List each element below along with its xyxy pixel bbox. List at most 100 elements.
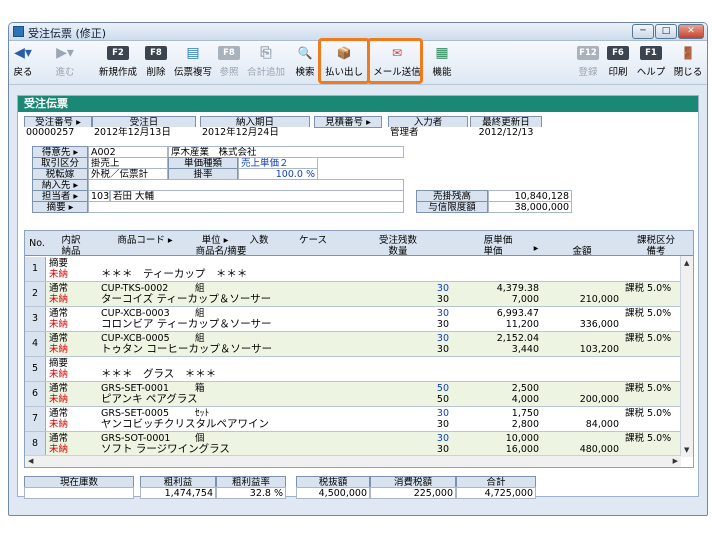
remaining-qty[interactable]: 30 [347,433,449,444]
table-row[interactable]: 7 通常 未納 GRS-SET-0005 ｾｯﾄ ヤンコビッチクリスタルペアワイン 30 30… [25,407,681,432]
close-button[interactable]: ✕ [678,24,704,39]
vertical-scrollbar[interactable]: ▲ ▼ [680,256,693,457]
scroll-left-icon[interactable]: ◀ [28,457,33,465]
order-no-value[interactable]: 00000257 [24,127,92,139]
unit-price[interactable]: 3,440 [453,344,539,355]
unit-price[interactable]: 16,000 [453,444,539,455]
remaining-qty[interactable]: 30 [347,333,449,344]
delivery-status[interactable]: 未納 [49,419,68,430]
table-row[interactable]: 5 摘要 未納 ＊＊＊ グラス ＊＊＊ [25,357,681,382]
delivery-status[interactable]: 未納 [49,269,68,280]
mail-send-button[interactable]: ✉ メール送信 [371,43,423,83]
product-name[interactable]: ターコイズ ティーカップ＆ソーサー [101,294,271,305]
remaining-qty[interactable]: 30 [347,283,449,294]
function-button[interactable]: ▦ 機能 [429,43,455,83]
table-row[interactable]: 2 通常 未納 CUP-TKS-0002 組ターコイズ ティーカップ＆ソーサー 30 30 4… [25,282,681,307]
tax-category[interactable]: 課税 5.0% [625,308,671,319]
delivery-status[interactable]: 未納 [49,444,68,455]
tax-category[interactable]: 課税 5.0% [625,383,671,394]
maximize-button[interactable]: □ [655,24,677,39]
table-row[interactable]: 4 通常 未納 CUP-XCB-0005 組トゥタン コーヒーカップ＆ソーサー 30 30 2… [25,332,681,357]
col-price-arrow-icon[interactable]: ▸ [531,243,541,254]
delivery-status[interactable]: 未納 [49,394,68,405]
print-button[interactable]: F6 印刷 [605,43,631,83]
product-name[interactable]: トゥタン コーヒーカップ＆ソーサー [101,344,272,355]
cost-price[interactable]: 4,379.38 [453,283,539,294]
product-name[interactable]: ヤンコビッチクリスタルペアワイン [101,419,269,430]
order-date-value[interactable]: 2012年12月13日 [92,127,196,139]
table-row[interactable]: 6 通常 未納 GRS-SET-0001 箱ピアンキ ペアグラス 50 50 2,500 4,0… [25,382,681,407]
back-arrow-icon: ◀▾ [14,45,32,61]
product-name[interactable]: ピアンキ ペアグラス [101,394,198,405]
line-type[interactable]: 通常 [49,408,68,419]
cost-price[interactable]: 1,750 [453,408,539,419]
product-name[interactable]: ＊＊＊ グラス ＊＊＊ [101,369,216,380]
tax-category[interactable]: 課税 5.0% [625,408,671,419]
product-name[interactable]: コロンビア ティーカップ＆ソーサー [101,319,272,330]
line-type[interactable]: 通常 [49,283,68,294]
amount[interactable]: 336,000 [545,319,619,330]
delivery-status[interactable]: 未納 [49,369,68,380]
line-type[interactable]: 摘要 [49,258,68,269]
scroll-right-icon[interactable]: ▶ [673,457,678,465]
cost-price[interactable]: 10,000 [453,433,539,444]
horizontal-scrollbar[interactable]: ◀ ▶ [25,455,681,467]
forward-button[interactable]: ▶▾ 進む [49,43,81,83]
memo-label[interactable]: 摘要 ▸ [32,201,88,213]
delete-button[interactable]: F8 削除 [143,43,169,83]
line-type[interactable]: 摘要 [49,358,68,369]
copy-slip-button[interactable]: ▤ 伝票複写 [171,43,215,83]
amount[interactable]: 84,000 [545,419,619,430]
remaining-qty[interactable]: 30 [347,408,449,419]
line-type[interactable]: 通常 [49,333,68,344]
delivery-value[interactable]: 2012年12月24日 [200,127,310,139]
search-button[interactable]: 🔍 検索 [292,43,318,83]
scroll-up-icon[interactable]: ▲ [684,259,689,267]
register-button[interactable]: F12 登録 [575,43,601,83]
tax-category[interactable]: 課税 5.0% [625,333,671,344]
amount[interactable]: 210,000 [545,294,619,305]
product-name[interactable]: ＊＊＊ ティーカップ ＊＊＊ [101,269,247,280]
quantity[interactable]: 30 [347,344,449,355]
tax-category[interactable]: 課税 5.0% [625,433,671,444]
amount[interactable]: 480,000 [545,444,619,455]
table-row[interactable]: 3 通常 未納 CUP-XCB-0003 組コロンビア ティーカップ＆ソーサー 30 30 6… [25,307,681,332]
amount[interactable]: 200,000 [545,394,619,405]
quantity[interactable]: 30 [347,294,449,305]
amount[interactable]: 103,200 [545,344,619,355]
line-type[interactable]: 通常 [49,383,68,394]
product-name[interactable]: ソフト ラージワイングラス [101,444,230,455]
quantity[interactable]: 50 [347,394,449,405]
table-row[interactable]: 1 摘要 未納 ＊＊＊ ティーカップ ＊＊＊ [25,257,681,282]
memo-value[interactable] [88,201,404,213]
minimize-button[interactable]: ─ [632,24,654,39]
remaining-qty[interactable]: 50 [347,383,449,394]
delivery-status[interactable]: 未納 [49,294,68,305]
quantity[interactable]: 30 [347,444,449,455]
delivery-status[interactable]: 未納 [49,319,68,330]
close-window-button[interactable]: 🚪 閉じる [671,43,705,83]
new-button[interactable]: F2 新規作成 [95,43,141,83]
tax-category[interactable]: 課税 5.0% [625,283,671,294]
delivery-status[interactable]: 未納 [49,344,68,355]
cost-price[interactable]: 2,500 [453,383,539,394]
unit-price[interactable]: 7,000 [453,294,539,305]
back-button[interactable]: ◀▾ 戻る [9,43,37,83]
scroll-down-icon[interactable]: ▼ [684,446,689,454]
line-type[interactable]: 通常 [49,308,68,319]
estimate-label[interactable]: 見積番号 ▸ [314,116,382,128]
unit-price[interactable]: 4,000 [453,394,539,405]
line-type[interactable]: 通常 [49,433,68,444]
help-button[interactable]: F1 ヘルプ [633,43,669,83]
quantity[interactable]: 30 [347,319,449,330]
unit-price[interactable]: 11,200 [453,319,539,330]
unit-price[interactable]: 2,800 [453,419,539,430]
cost-price[interactable]: 6,993.47 [453,308,539,319]
table-row[interactable]: 8 通常 未納 GRS-SOT-0001 個ソフト ラージワイングラス 30 30 10,00… [25,432,681,457]
remaining-qty[interactable]: 30 [347,308,449,319]
quantity[interactable]: 30 [347,419,449,430]
cost-price[interactable]: 2,152.04 [453,333,539,344]
dispatch-button[interactable]: 📦 払い出し [322,43,366,83]
reference-button[interactable]: F8 参照 [217,43,241,83]
add-total-button[interactable]: ⎘ 合計追加 [243,43,289,83]
